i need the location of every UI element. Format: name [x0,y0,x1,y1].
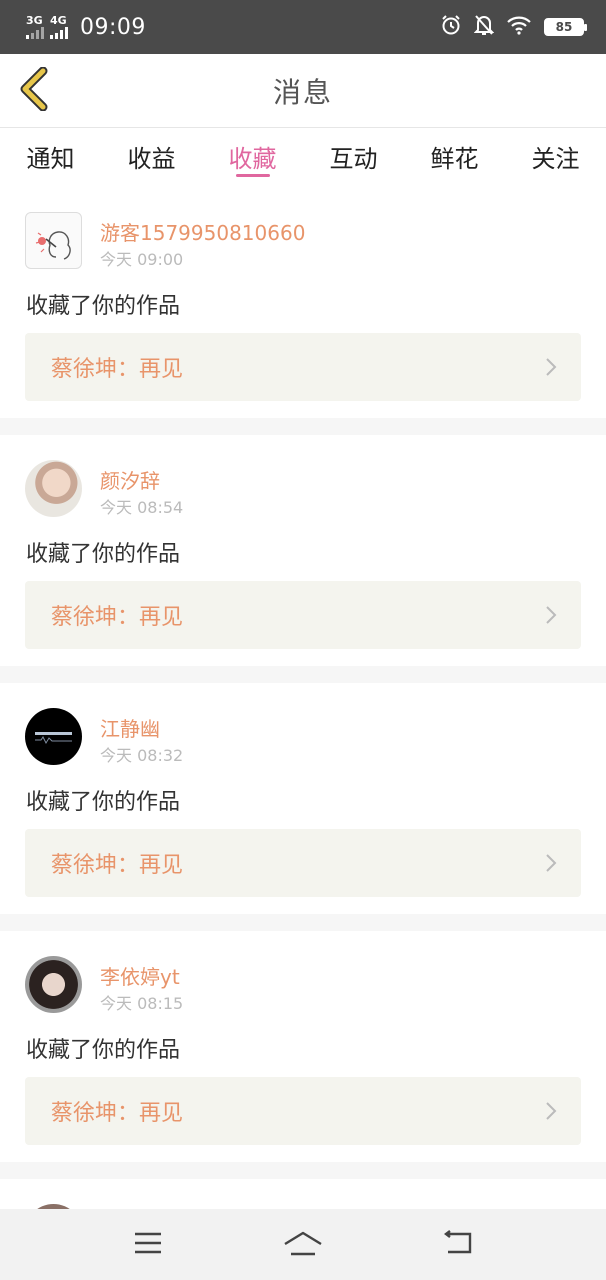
tab-notifications[interactable]: 通知 [0,129,101,187]
avatar[interactable] [25,708,82,765]
user-name[interactable]: 颜汐辞 [100,465,160,494]
message-list: 游客1579950810660 今天 09:00 收藏了你的作品 蔡徐坤：再见 … [0,187,606,1261]
user-name[interactable]: 江静幽 [100,713,160,742]
list-item: 颜汐辞 今天 08:54 收藏了你的作品 蔡徐坤：再见 [0,435,606,666]
page-title: 消息 [272,75,333,109]
timestamp: 今天 08:54 [100,498,184,517]
work-link[interactable]: 蔡徐坤：再见 [25,829,581,897]
guest-avatar-icon [35,231,71,260]
system-nav-bar [0,1209,606,1280]
work-title: 蔡徐坤：再见 [51,357,184,382]
signal-icon [50,27,68,39]
tab-bar: 通知 收益 收藏 互动 鲜花 关注 [0,129,606,187]
work-title: 蔡徐坤：再见 [51,1101,184,1126]
status-bar: 3G 4G 09:09 85 [0,0,606,54]
chevron-right-icon [545,357,557,381]
clock: 09:09 [80,14,146,40]
chevron-right-icon [545,605,557,629]
list-item: 游客1579950810660 今天 09:00 收藏了你的作品 蔡徐坤：再见 [0,187,606,418]
list-item: 江静幽 今天 08:32 收藏了你的作品 蔡徐坤：再见 [0,683,606,914]
chevron-left-icon [19,66,49,115]
back-button[interactable] [14,66,54,115]
work-title: 蔡徐坤：再见 [51,605,184,630]
action-text: 收藏了你的作品 [26,542,181,567]
user-name[interactable]: 游客1579950810660 [100,217,305,246]
divider [0,1162,606,1179]
action-text: 收藏了你的作品 [26,1038,181,1063]
work-title: 蔡徐坤：再见 [51,853,184,878]
back-icon [442,1229,474,1260]
timestamp: 今天 09:00 [100,250,184,269]
timestamp: 今天 08:32 [100,746,184,765]
back-nav-button[interactable] [428,1220,488,1270]
signal-icon [26,27,44,39]
battery-icon: 85 [544,18,587,36]
avatar[interactable] [25,460,82,517]
tab-interactions[interactable]: 互动 [303,129,404,187]
mute-bell-icon [473,14,495,40]
action-text: 收藏了你的作品 [26,790,181,815]
alarm-icon [440,14,462,40]
tab-favorites[interactable]: 收藏 [202,129,303,187]
avatar[interactable] [25,212,82,269]
tab-follows[interactable]: 关注 [505,129,606,187]
chevron-right-icon [545,853,557,877]
home-button[interactable] [273,1220,333,1270]
status-right: 85 [440,14,587,40]
list-item: 李依婷yt 今天 08:15 收藏了你的作品 蔡徐坤：再见 [0,931,606,1162]
menu-icon [133,1231,163,1259]
avatar[interactable] [25,956,82,1013]
work-link[interactable]: 蔡徐坤：再见 [25,581,581,649]
home-icon [283,1230,323,1260]
divider [0,418,606,435]
network-3g: 3G [26,15,44,39]
timestamp: 今天 08:15 [100,994,184,1013]
work-link[interactable]: 蔡徐坤：再见 [25,333,581,401]
status-left: 3G 4G 09:09 [26,15,146,40]
user-name[interactable]: 李依婷yt [100,961,180,990]
divider [0,666,606,683]
chevron-right-icon [545,1101,557,1125]
wifi-icon [506,15,532,39]
divider [0,914,606,931]
header: 消息 [0,54,606,128]
tab-flowers[interactable]: 鲜花 [404,129,505,187]
action-text: 收藏了你的作品 [26,294,181,319]
menu-button[interactable] [118,1220,178,1270]
work-link[interactable]: 蔡徐坤：再见 [25,1077,581,1145]
tab-earnings[interactable]: 收益 [101,129,202,187]
network-4g: 4G [50,15,68,39]
